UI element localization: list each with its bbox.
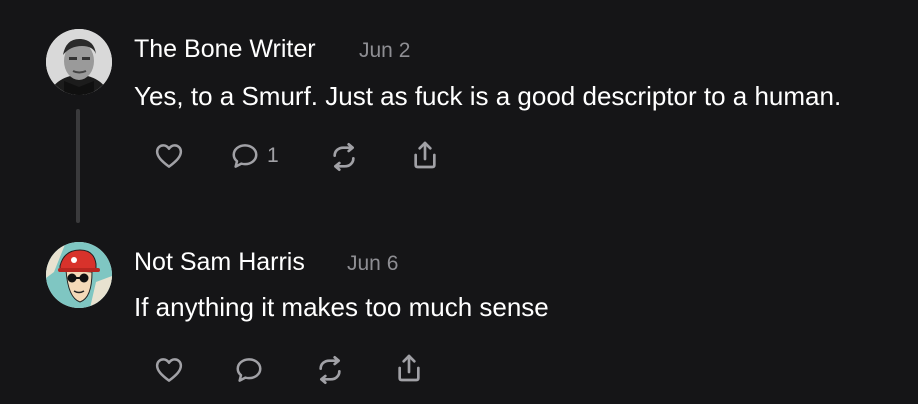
comment-author[interactable]: The Bone Writer [134, 35, 316, 64]
comment-bubble-icon [232, 144, 258, 168]
share-icon [398, 354, 420, 382]
cartoon-avatar-icon [46, 242, 112, 308]
heart-icon [155, 144, 183, 168]
like-button[interactable] [153, 355, 185, 385]
comment-author[interactable]: Not Sam Harris [134, 248, 305, 277]
avatar[interactable] [46, 29, 112, 95]
reply-button[interactable]: 1 [229, 141, 279, 171]
comment-text: If anything it makes too much sense [134, 292, 549, 322]
thread-connector-line [76, 109, 80, 223]
reply-button[interactable] [233, 355, 271, 385]
comment-bubble-icon [236, 358, 262, 382]
restack-button[interactable] [313, 354, 347, 386]
restack-button[interactable] [327, 141, 361, 173]
restack-icon [319, 356, 341, 384]
heart-icon [155, 358, 183, 382]
share-icon [414, 141, 436, 169]
reply-count: 1 [267, 144, 279, 167]
share-button[interactable] [393, 352, 425, 384]
restack-icon [333, 143, 355, 171]
portrait-photo-icon [46, 29, 112, 95]
comment-thread: The Bone Writer Jun 2 Yes, to a Smurf. J… [0, 0, 918, 404]
comment-date[interactable]: Jun 6 [347, 252, 398, 276]
comment-date[interactable]: Jun 2 [359, 39, 410, 63]
comment-text: Yes, to a Smurf. Just as fuck is a good … [134, 81, 842, 111]
share-button[interactable] [409, 139, 441, 171]
like-button[interactable] [153, 141, 185, 171]
avatar[interactable] [46, 242, 112, 308]
